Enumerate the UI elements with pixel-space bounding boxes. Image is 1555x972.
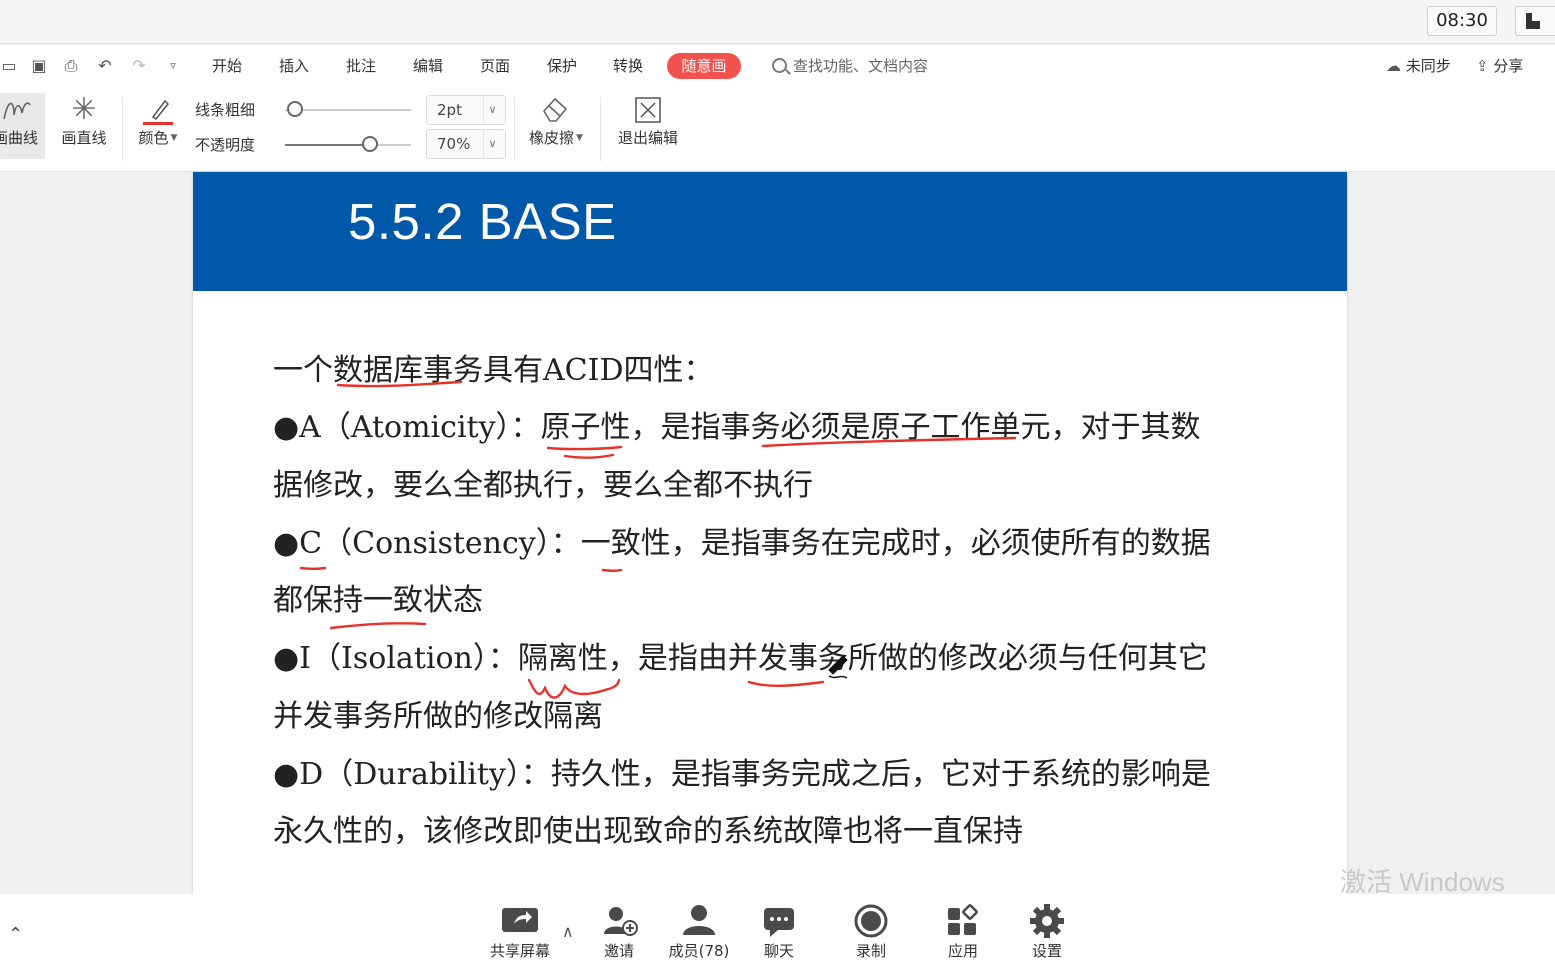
caret-down-icon: ▼: [170, 133, 178, 143]
clock: 08:30: [1427, 6, 1497, 36]
opacity-label: 不透明度: [195, 136, 256, 154]
draw-toolbar: 画曲线 ✳ 画直线 颜色 ▼ 线条粗细 2pt ∨ 不透明度 70% ∨ 橡皮擦 ▼ 退…: [0, 87, 1555, 172]
menu-insert[interactable]: 插入: [279, 55, 309, 77]
menu-free-draw[interactable]: 随意画: [667, 53, 741, 79]
chevron-down-icon: ∨: [483, 96, 501, 124]
thickness-label: 线条粗细: [195, 101, 256, 119]
curve-icon: [0, 93, 45, 127]
invite-label: 邀请: [603, 942, 634, 960]
opacity-slider-fill: [285, 144, 371, 146]
exit-edit-label: 退出编辑: [617, 129, 678, 147]
redo-icon[interactable]: ↷: [130, 57, 148, 75]
print-icon[interactable]: ⎙: [62, 57, 80, 75]
underline-atomicity-2: [563, 453, 615, 459]
eraser-tool[interactable]: 橡皮擦 ▼: [522, 93, 590, 159]
meeting-toolbar: ⌃ 共享屏幕 ∧ 邀请 成员(78) 聊天 录制 应用 设置: [0, 894, 1555, 972]
share-icon: ⇪: [1476, 57, 1489, 75]
eraser-icon: [522, 93, 590, 127]
chevron-up-icon[interactable]: ∧: [562, 922, 574, 941]
sync-label: 未同步: [1405, 57, 1451, 75]
sync-button[interactable]: ☁ 未同步: [1386, 55, 1451, 77]
share-label: 分享: [1493, 57, 1524, 75]
members-button[interactable]: 成员(78): [664, 902, 734, 962]
title-strip: 08:30: [0, 0, 1555, 44]
pen-cursor-icon: [828, 655, 848, 679]
menu-home[interactable]: 开始: [212, 55, 242, 77]
record-label: 录制: [855, 942, 886, 960]
thickness-select[interactable]: 2pt ∨: [426, 95, 506, 125]
separator: [122, 97, 123, 161]
apps-button[interactable]: 应用: [940, 902, 986, 962]
eraser-label: 橡皮擦: [529, 129, 575, 147]
underline-concurrent: [747, 680, 825, 687]
curve-label: 画曲线: [0, 129, 38, 147]
gear-icon: [1024, 902, 1070, 940]
color-tool[interactable]: 颜色 ▼: [132, 93, 184, 159]
invite-button[interactable]: 邀请: [596, 902, 642, 962]
menu-page[interactable]: 页面: [480, 55, 510, 77]
customize-dropdown-icon[interactable]: ▿: [164, 57, 182, 75]
settings-button[interactable]: 设置: [1024, 902, 1070, 962]
chat-button[interactable]: 聊天: [756, 902, 802, 962]
document-canvas: 5.5.2 BASE 一个数据库事务具有ACID四性： ●A（Atomicity…: [0, 172, 1555, 897]
opacity-slider-thumb[interactable]: [362, 136, 378, 152]
menu-bar: ▭ ▣ ⎙ ↶ ↷ ▿ 开始 插入 批注 编辑 页面 保护 转换 随意画 查找功…: [0, 45, 1555, 87]
separator: [514, 97, 515, 161]
close-box-icon: [612, 93, 684, 127]
apps-grid-icon: [940, 902, 986, 940]
line-star-icon: ✳: [71, 92, 97, 127]
draw-line-tool[interactable]: ✳ 画直线: [56, 93, 112, 159]
share-button[interactable]: ⇪ 分享: [1476, 55, 1523, 77]
share-screen-label: 共享屏幕: [489, 942, 550, 960]
settings-label: 设置: [1031, 942, 1062, 960]
opacity-select[interactable]: 70% ∨: [426, 129, 506, 159]
thickness-slider-thumb[interactable]: [287, 101, 303, 117]
invite-user-icon: [596, 902, 642, 940]
underline-atomic-unit: [761, 436, 1017, 448]
window-layout-icon[interactable]: [1515, 6, 1555, 36]
chat-bubble-icon: [756, 902, 802, 940]
menu-comment[interactable]: 批注: [346, 55, 376, 77]
record-button[interactable]: 录制: [848, 902, 894, 962]
collapse-up-icon[interactable]: ⌃: [8, 924, 23, 945]
search-placeholder: 查找功能、文档内容: [793, 57, 929, 75]
chat-label: 聊天: [763, 942, 794, 960]
thickness-slider[interactable]: [285, 109, 411, 111]
share-screen-button[interactable]: 共享屏幕: [486, 902, 554, 962]
underline-consistency: [601, 568, 623, 572]
opacity-value: 70%: [437, 135, 471, 153]
caret-down-icon: ▼: [576, 133, 583, 143]
members-icon: [664, 902, 734, 940]
exit-edit-button[interactable]: 退出编辑: [612, 93, 684, 159]
underline-consistent-state: [329, 622, 427, 630]
menu-protect[interactable]: 保护: [547, 55, 577, 77]
open-folder-icon[interactable]: ▭: [0, 57, 18, 75]
search-icon: [772, 58, 787, 73]
opacity-slider[interactable]: [285, 144, 411, 146]
save-icon[interactable]: ▣: [30, 57, 48, 75]
share-screen-icon: [486, 902, 554, 940]
record-icon: [848, 902, 894, 940]
undo-icon[interactable]: ↶: [96, 57, 114, 75]
menu-convert[interactable]: 转换: [613, 55, 643, 77]
draw-curve-tool[interactable]: 画曲线: [0, 93, 45, 159]
underline-c: [299, 566, 327, 570]
underline-database-transaction: [336, 380, 463, 388]
thickness-value: 2pt: [437, 101, 462, 119]
ink-annotations: [299, 380, 1017, 699]
cloud-sync-icon: ☁: [1386, 57, 1401, 75]
search-box[interactable]: 查找功能、文档内容: [772, 55, 928, 77]
color-label: 颜色: [138, 129, 169, 147]
apps-label: 应用: [947, 942, 978, 960]
slide-page[interactable]: 5.5.2 BASE 一个数据库事务具有ACID四性： ●A（Atomicity…: [193, 172, 1347, 894]
menu-edit[interactable]: 编辑: [413, 55, 443, 77]
separator: [600, 97, 601, 161]
pen-color-icon: [132, 93, 184, 127]
line-label: 画直线: [61, 129, 107, 147]
underline-atomicity: [546, 445, 623, 451]
underline-isolation: [527, 678, 621, 699]
chevron-down-icon: ∨: [483, 130, 501, 158]
members-label: 成员(78): [668, 942, 730, 960]
